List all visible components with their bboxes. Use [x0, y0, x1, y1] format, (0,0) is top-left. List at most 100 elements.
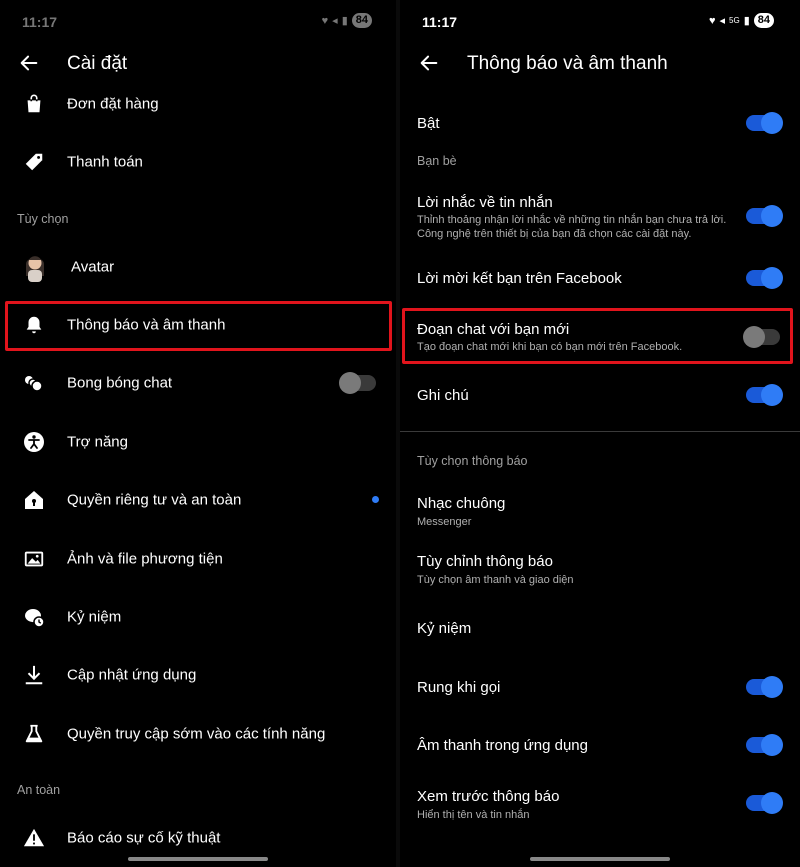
toggle-knob — [761, 384, 783, 406]
settings-item-label: Thanh toán — [67, 153, 143, 171]
battery-indicator: 84 — [351, 13, 372, 28]
setting-master-on[interactable]: Bật — [400, 105, 800, 141]
settings-item-label: Bong bóng chat — [67, 374, 173, 392]
settings-item-orders[interactable]: Đơn đặt hàng — [0, 75, 396, 133]
section-header-safety: An toàn — [17, 783, 61, 797]
accessibility-icon — [22, 430, 46, 454]
back-arrow-icon[interactable] — [418, 52, 440, 74]
setting-subtitle: Messenger — [417, 516, 472, 528]
section-header-options: Tùy chọn — [17, 212, 69, 226]
vibrate-toggle[interactable] — [746, 676, 783, 698]
settings-item-media[interactable]: Ảnh và file phương tiện — [0, 530, 396, 588]
chat-heads-toggle[interactable] — [339, 372, 376, 394]
highlight-box-new-friend-chats — [402, 308, 793, 364]
status-bar: 11:17 ♥ ◂ 5G ▮ 84 — [400, 0, 800, 40]
settings-item-app-updates[interactable]: Cập nhật ứng dụng — [0, 646, 396, 704]
signal-icon: ▮ — [743, 15, 750, 27]
notifications-header: Thông báo và âm thanh — [400, 44, 800, 84]
settings-item-label: Quyền riêng tư và an toàn — [67, 491, 242, 509]
settings-item-label: Báo cáo sự cố kỹ thuật — [67, 829, 221, 847]
settings-item-label: Đơn đặt hàng — [67, 95, 159, 113]
section-header-notification-options: Tùy chọn thông báo — [417, 454, 528, 468]
setting-vibrate-on-call[interactable]: Rung khi gọi — [400, 669, 800, 705]
heart-icon: ♥ — [321, 14, 329, 27]
settings-item-payments[interactable]: Thanh toán — [0, 133, 396, 191]
settings-item-accessibility[interactable]: Trợ năng — [0, 413, 396, 471]
setting-ringtone[interactable]: Nhạc chuông Messenger — [400, 490, 800, 534]
network-label: 5G — [729, 16, 740, 25]
setting-subtitle: Thỉnh thoảng nhận lời nhắc về những tin … — [417, 214, 727, 240]
toggle-knob — [761, 792, 783, 814]
settings-item-label: Ảnh và file phương tiện — [67, 550, 223, 568]
settings-item-label: Quyền truy cập sớm vào các tính năng — [67, 725, 326, 743]
section-divider — [400, 431, 800, 432]
settings-item-avatar[interactable]: Avatar — [0, 238, 396, 296]
privacy-house-icon — [22, 488, 46, 512]
avatar-icon — [20, 252, 50, 282]
warning-icon — [22, 826, 46, 850]
in-app-sounds-toggle[interactable] — [746, 734, 783, 756]
status-icons: ♥ ◂ 5G ▮ 84 — [709, 13, 774, 28]
settings-item-chat-heads[interactable]: Bong bóng chat — [0, 354, 396, 412]
section-header-friends: Bạn bè — [417, 154, 457, 168]
home-indicator[interactable] — [530, 857, 670, 861]
setting-title: Âm thanh trong ứng dụng — [417, 737, 588, 754]
unread-badge-dot — [372, 496, 379, 503]
notes-toggle[interactable] — [746, 384, 783, 406]
settings-item-memories[interactable]: Kỷ niệm — [0, 588, 396, 646]
setting-title: Bật — [417, 115, 440, 132]
mute-icon: ◂ — [719, 15, 726, 27]
page-title: Thông báo và âm thanh — [467, 53, 668, 74]
signal-icon: ▮ — [341, 15, 348, 27]
battery-indicator: 84 — [753, 13, 774, 28]
setting-in-app-sounds[interactable]: Âm thanh trong ứng dụng — [400, 727, 800, 763]
setting-title: Lời nhắc về tin nhắn — [417, 194, 553, 211]
setting-title: Rung khi gọi — [417, 679, 501, 696]
home-indicator[interactable] — [128, 857, 268, 861]
settings-item-early-access[interactable]: Quyền truy cập sớm vào các tính năng — [0, 705, 396, 763]
memories-clock-icon — [22, 605, 46, 629]
status-icons: ♥ ◂ ▮ 84 — [322, 13, 372, 28]
setting-title: Nhạc chuông — [417, 495, 506, 512]
setting-memories[interactable]: Kỷ niệm — [400, 611, 800, 647]
setting-customize-notifications[interactable]: Tùy chỉnh thông báo Tùy chọn âm thanh và… — [400, 548, 800, 592]
setting-title: Tùy chỉnh thông báo — [417, 553, 553, 570]
toggle-knob — [761, 676, 783, 698]
toggle-knob — [761, 267, 783, 289]
tag-icon — [22, 150, 46, 174]
setting-title: Xem trước thông báo — [417, 788, 560, 805]
master-toggle[interactable] — [746, 112, 783, 134]
heart-icon: ♥ — [708, 14, 716, 27]
settings-screen: 11:17 ♥ ◂ ▮ 84 Cài đặt Đơn đặt hàng Than… — [0, 0, 396, 867]
shopping-bag-icon — [22, 92, 46, 116]
setting-subtitle: Hiển thị tên và tin nhắn — [417, 809, 530, 821]
message-reminders-toggle[interactable] — [746, 205, 783, 227]
settings-item-privacy[interactable]: Quyền riêng tư và an toàn — [0, 471, 396, 529]
settings-item-label: Trợ năng — [67, 433, 128, 451]
settings-item-label: Avatar — [71, 258, 115, 276]
toggle-knob — [761, 205, 783, 227]
flask-icon — [22, 722, 46, 746]
page-title: Cài đặt — [67, 53, 128, 74]
mute-icon: ◂ — [332, 15, 338, 27]
setting-notification-preview[interactable]: Xem trước thông báo Hiển thị tên và tin … — [400, 782, 800, 826]
back-arrow-icon[interactable] — [18, 52, 40, 74]
setting-subtitle: Tùy chọn âm thanh và giao diện — [417, 574, 574, 586]
setting-message-reminders[interactable]: Lời nhắc về tin nhắn Thỉnh thoảng nhận l… — [400, 186, 800, 244]
status-bar: 11:17 ♥ ◂ ▮ 84 — [0, 0, 396, 40]
toggle-knob — [761, 734, 783, 756]
highlight-box-notifications — [5, 301, 392, 351]
notifications-sounds-screen: 11:17 ♥ ◂ 5G ▮ 84 Thông báo và âm thanh … — [400, 0, 800, 867]
setting-facebook-invites[interactable]: Lời mời kết bạn trên Facebook — [400, 260, 800, 296]
status-time: 11:17 — [22, 14, 58, 30]
setting-notes[interactable]: Ghi chú — [400, 377, 800, 413]
toggle-knob — [339, 372, 361, 394]
download-icon — [22, 663, 46, 687]
facebook-invites-toggle[interactable] — [746, 267, 783, 289]
status-time: 11:17 — [422, 14, 458, 30]
setting-title: Ghi chú — [417, 387, 469, 404]
notification-preview-toggle[interactable] — [746, 792, 783, 814]
setting-title: Lời mời kết bạn trên Facebook — [417, 270, 622, 287]
chat-bubbles-icon — [22, 371, 46, 395]
image-icon — [22, 547, 46, 571]
